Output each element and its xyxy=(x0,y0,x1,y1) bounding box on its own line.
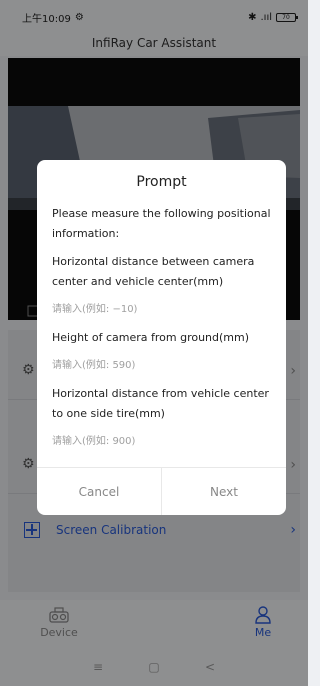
camera-height-label: Height of camera from ground(mm) xyxy=(52,331,250,344)
camera-height-input[interactable] xyxy=(52,354,262,376)
tire-distance-input[interactable] xyxy=(52,430,262,452)
dialog-message: Please measure the following positional … xyxy=(52,207,271,240)
next-button[interactable]: Next xyxy=(161,468,286,515)
cancel-button[interactable]: Cancel xyxy=(37,468,161,515)
dialog-footer: Cancel Next xyxy=(37,467,286,515)
dialog-title: Prompt xyxy=(136,174,187,190)
tire-distance-label: Horizontal distance from vehicle center … xyxy=(52,387,269,420)
prompt-dialog: Prompt Please measure the following posi… xyxy=(37,160,286,515)
camera-offset-label: Horizontal distance between camera cente… xyxy=(52,255,255,288)
camera-offset-input[interactable] xyxy=(52,298,262,320)
dialog-body: Please measure the following positional … xyxy=(52,204,274,460)
